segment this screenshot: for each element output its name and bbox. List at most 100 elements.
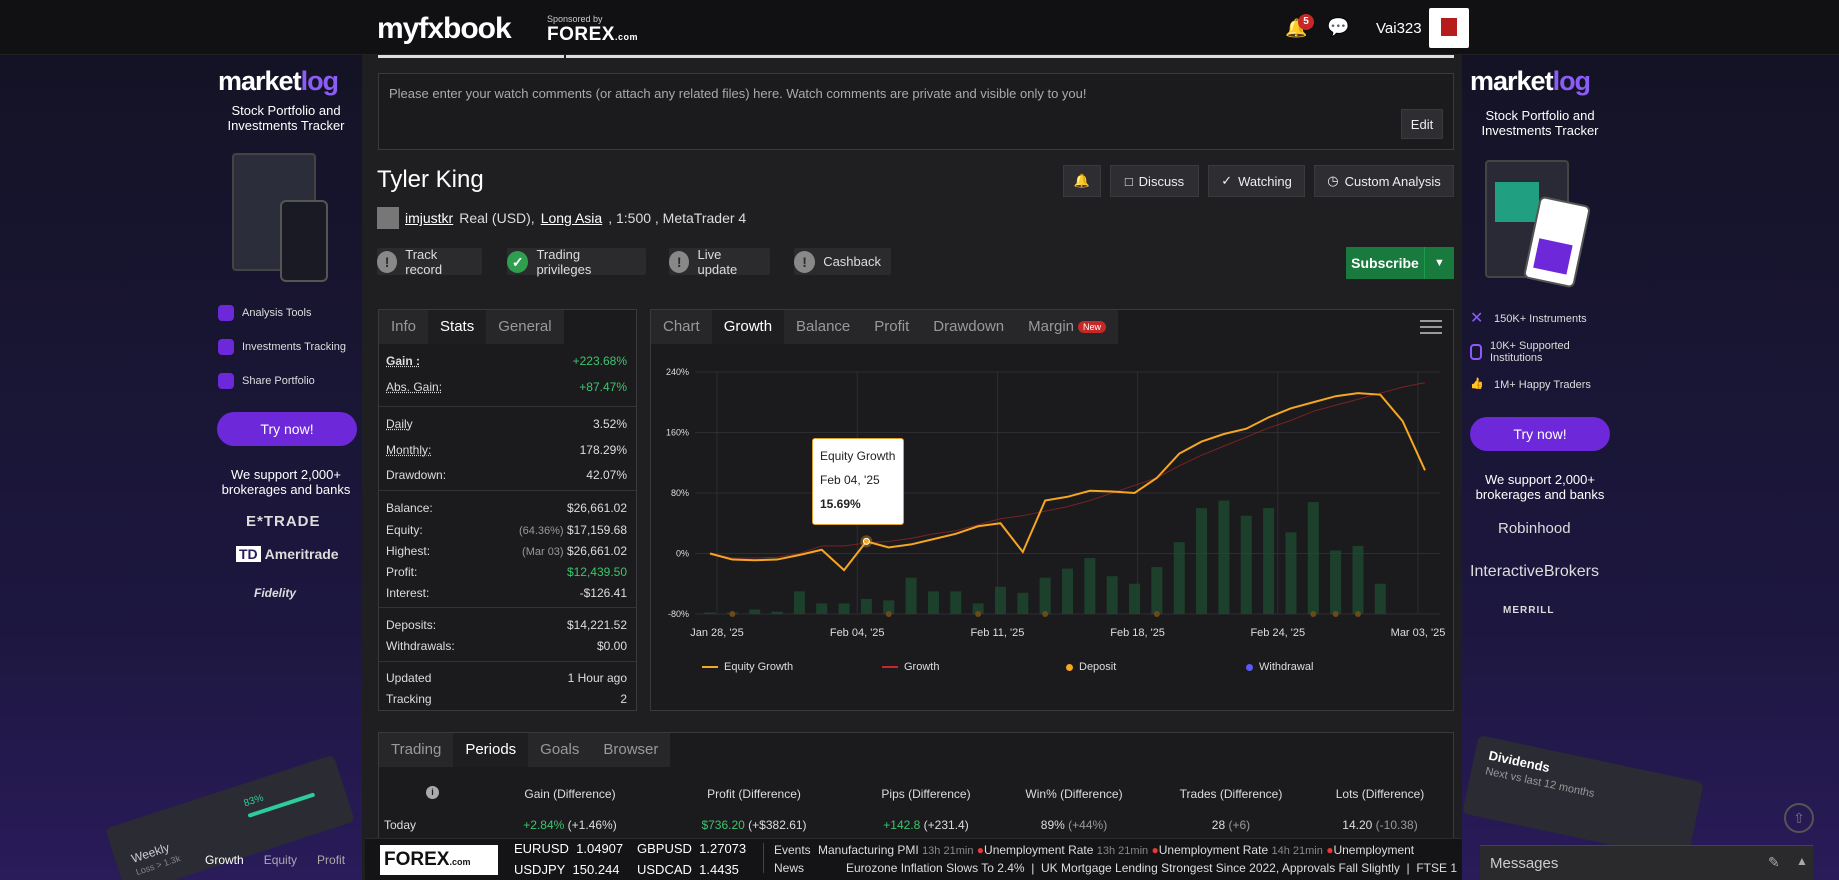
stat-gain: Gain : +223.68%: [386, 354, 627, 368]
growth-bar: [1352, 545, 1364, 614]
legend-growth[interactable]: Growth: [882, 661, 939, 673]
tab-chart[interactable]: Chart: [651, 310, 712, 344]
tab-info[interactable]: Info: [379, 310, 429, 344]
news-marquee[interactable]: Eurozone Inflation Slows To 2.4% | UK Mo…: [818, 861, 1458, 877]
right-ad-try-now-button[interactable]: Try now!: [1470, 417, 1610, 451]
tab-trading[interactable]: Trading: [379, 733, 454, 767]
stat-balance: Balance: $26,661.02: [386, 501, 627, 515]
edit-comments-button[interactable]: Edit: [1401, 109, 1443, 139]
growth-bar: [1062, 568, 1073, 614]
bell-icon: 🔔: [1073, 173, 1091, 188]
ticker-usdcad[interactable]: USDCAD 1.4435: [637, 862, 739, 877]
messages-bar[interactable]: Messages ✎ ▲: [1480, 845, 1813, 880]
account-type: Real (USD),: [459, 210, 535, 226]
feature-instruments: ✕ 150K+ Instruments: [1470, 310, 1587, 327]
ticker-usdjpy[interactable]: USDJPY 150.244: [514, 862, 620, 877]
broker-link[interactable]: Long Asia: [541, 210, 603, 226]
deposit-marker: [729, 611, 736, 617]
periods-tabs: Trading Periods Goals Browser: [379, 733, 671, 767]
watch-comments-placeholder: Please enter your watch comments (or att…: [389, 86, 1087, 101]
tab-profit[interactable]: Profit: [862, 310, 922, 344]
x-tick-label: Jan 28, '25: [690, 627, 743, 639]
growth-bar: [1218, 500, 1230, 614]
stat-drawdown: Drawdown: 42.07%: [386, 468, 627, 482]
custom-analysis-button[interactable]: ◷ Custom Analysis: [1314, 165, 1454, 197]
subscribe-button[interactable]: Subscribe ▼: [1346, 247, 1454, 279]
chart-tabs: Chart Growth Balance Profit Drawdown Mar…: [651, 310, 1119, 344]
stat-withdrawals: Withdrawals: $0.00: [386, 639, 627, 653]
chat-icon[interactable]: 💬: [1327, 17, 1349, 38]
legend-equity-growth[interactable]: Equity Growth: [702, 661, 793, 673]
chevron-up-icon[interactable]: ▲: [1796, 854, 1808, 868]
x-tick-label: Feb 18, '25: [1110, 627, 1165, 639]
phone-mockup-image: [280, 200, 328, 282]
tab-browser[interactable]: Browser: [591, 733, 671, 767]
user-avatar[interactable]: [1429, 8, 1469, 48]
forex-logo[interactable]: FOREX.com: [380, 845, 498, 875]
tab-drawdown[interactable]: Drawdown: [921, 310, 1017, 344]
x-tick-label: Feb 11, '25: [970, 627, 1024, 639]
legend-deposit[interactable]: Deposit: [1066, 661, 1116, 673]
growth-bar: [1196, 508, 1208, 614]
growth-bar: [749, 609, 761, 614]
x-tick-label: Mar 03, '25: [1391, 627, 1446, 639]
growth-bar: [771, 611, 783, 614]
left-ad-support-text: We support 2,000+ brokerages and banks: [221, 467, 351, 497]
check-circle-icon: ✓: [507, 250, 529, 273]
owner-avatar[interactable]: [377, 207, 399, 229]
tab-growth[interactable]: Growth: [711, 310, 785, 344]
username[interactable]: Vai323: [1376, 20, 1422, 37]
interactive-brokers-logo: InteractiveBrokers: [1470, 563, 1599, 580]
events-marquee[interactable]: Manufacturing PMI 13h 21min ●Unemploymen…: [818, 843, 1458, 859]
feature-share-portfolio: Share Portfolio: [218, 373, 315, 389]
y-tick-label: 80%: [671, 488, 689, 498]
tab-balance[interactable]: Balance: [784, 310, 863, 344]
badge-track-record[interactable]: ! Track record: [377, 247, 482, 277]
myfxbook-logo[interactable]: myfxbook: [377, 12, 512, 46]
share-icon: [218, 373, 234, 389]
ticker-eurusd[interactable]: EURUSD 1.04907: [514, 841, 623, 856]
badge-live-update[interactable]: ! Live update: [669, 247, 770, 277]
growth-bar: [793, 591, 805, 614]
fidelity-logo: Fidelity: [254, 586, 297, 600]
scroll-top-button[interactable]: ⇧: [1784, 803, 1814, 833]
stat-tracking: Tracking 2: [386, 692, 627, 706]
sponsor-block[interactable]: Sponsored by FOREX.com: [547, 14, 638, 46]
y-tick-label: 160%: [666, 428, 689, 438]
etrade-logo: E*TRADE: [246, 513, 321, 530]
growth-bar: [1240, 515, 1252, 614]
clock-icon: ◷: [1327, 173, 1339, 188]
watch-comments-box[interactable]: Please enter your watch comments (or att…: [378, 73, 1454, 150]
watching-button[interactable]: ✓ Watching: [1208, 165, 1305, 197]
chevron-down-icon[interactable]: ▼: [1424, 247, 1454, 279]
growth-bar: [950, 591, 962, 614]
account-meta: imjustkr Real (USD), Long Asia , 1:500 ,…: [377, 207, 746, 229]
tab-general[interactable]: General: [486, 310, 564, 344]
discuss-button[interactable]: □ Discuss: [1110, 165, 1199, 197]
compose-icon[interactable]: ✎: [1768, 854, 1780, 871]
col-pips: Pips (Difference): [881, 787, 971, 801]
chart-settings-icon[interactable]: [1420, 317, 1442, 337]
tab-stats[interactable]: Stats: [428, 310, 487, 344]
alert-button[interactable]: 🔔: [1063, 165, 1101, 197]
info-icon[interactable]: i: [426, 786, 439, 799]
exclamation-icon: !: [377, 250, 398, 273]
ticker-gbpusd[interactable]: GBPUSD 1.27073: [637, 841, 746, 856]
tab-goals[interactable]: Goals: [528, 733, 592, 767]
left-ad-try-now-button[interactable]: Try now!: [217, 412, 357, 446]
stat-daily: Daily 3.52%: [386, 417, 627, 431]
growth-chart[interactable]: 240% 160% 80% 0% -80%Jan 28, '25 Feb 04, '25 F…: [650, 350, 1454, 650]
highlight-point: [862, 537, 870, 545]
deposit-marker: [1310, 611, 1317, 617]
chart-tooltip: Equity Growth Feb 04, '25 15.69%: [812, 438, 904, 525]
marketlog-logo: marketlog: [218, 66, 339, 96]
tracking-icon: [218, 339, 234, 355]
badge-trading-privileges[interactable]: ✓ Trading privileges: [507, 247, 646, 277]
ad-bottom-tabs: Growth Equity Profit D: [205, 853, 374, 867]
tab-periods[interactable]: Periods: [453, 733, 529, 767]
legend-withdrawal[interactable]: Withdrawal: [1246, 661, 1313, 673]
tab-margin[interactable]: Margin New: [1016, 310, 1119, 344]
owner-link[interactable]: imjustkr: [405, 210, 453, 226]
badge-cashback[interactable]: ! Cashback: [794, 248, 891, 275]
stat-profit: Profit: $12,439.50: [386, 565, 627, 579]
